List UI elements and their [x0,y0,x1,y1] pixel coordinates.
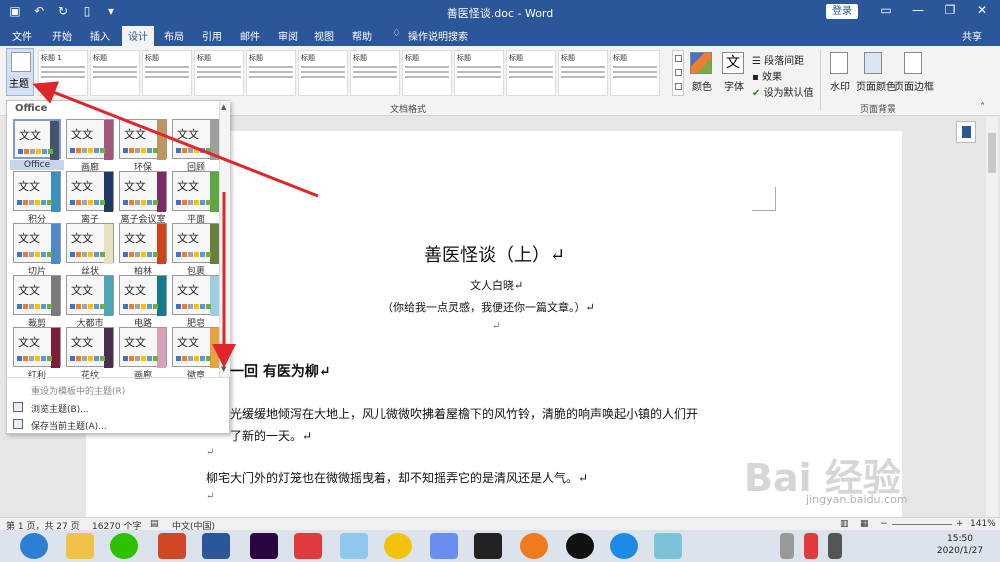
premiere-icon[interactable] [250,533,278,559]
app-icon[interactable] [654,533,682,559]
clock-time: 15:50 [947,534,973,544]
tray-icon[interactable] [828,533,842,559]
powerpoint-icon[interactable] [158,533,186,559]
clock-date: 2020/1/27 [936,546,984,556]
proofing-icon[interactable]: ▤ [150,519,159,529]
app-icon[interactable] [294,533,322,559]
zoom-level[interactable]: 141% [970,519,996,529]
ie-icon[interactable] [610,533,638,559]
qq-icon[interactable] [566,533,594,559]
tray-icon[interactable] [804,533,818,559]
taskbar: 15:50 2020/1/27 [0,530,1000,562]
zoom-in-icon[interactable]: + [956,519,964,529]
print-layout-icon[interactable]: ▦ [860,519,869,529]
start-icon[interactable] [20,533,48,559]
status-bar: 第 1 页，共 27 页 16270 个字 ▤ 中文(中国) ▥ ▦ − + 1… [0,517,1000,532]
clock[interactable]: 15:50 2020/1/27 [930,533,990,557]
arrow-to-themes [32,81,319,198]
zoom-slider[interactable] [892,524,952,525]
word-icon[interactable] [202,533,230,559]
app-icon[interactable] [340,533,368,559]
tray-icon[interactable] [780,533,794,559]
file-explorer-icon[interactable] [66,533,94,559]
wechat-icon[interactable] [110,533,138,559]
app-icon[interactable] [520,533,548,559]
read-mode-icon[interactable]: ▥ [840,519,849,529]
baidu-watermark-url: jingyan.baidu.com [806,493,908,506]
chrome-icon[interactable] [384,533,412,559]
app-icon[interactable] [430,533,458,559]
video-icon[interactable] [474,533,502,559]
zoom-out-icon[interactable]: − [880,519,888,529]
